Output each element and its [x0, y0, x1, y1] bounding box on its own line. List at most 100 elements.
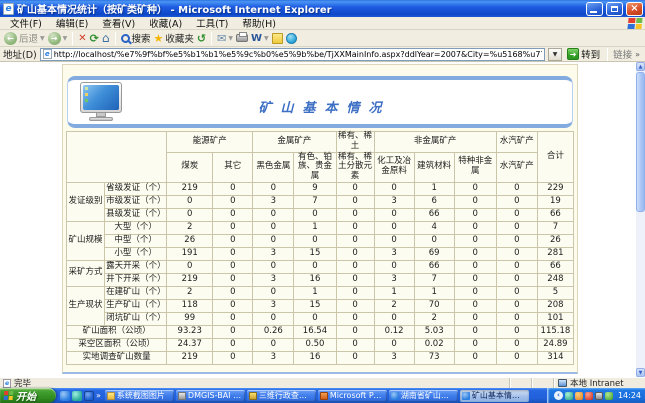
- links-chevron-icon[interactable]: »: [635, 50, 642, 59]
- go-button[interactable]: ➜ 转到: [565, 47, 602, 61]
- table-cell: 0: [213, 208, 253, 221]
- quick-launch-ie-icon[interactable]: [60, 391, 70, 401]
- table-cell: 0: [336, 247, 374, 260]
- go-arrow-icon: ➜: [567, 48, 579, 60]
- search-button[interactable]: 搜索: [121, 31, 151, 45]
- table-cell: 1: [294, 221, 336, 234]
- table-row: 生产现状在建矿山（个）2001011005: [67, 286, 574, 299]
- menu-item[interactable]: 文件(F): [3, 19, 49, 30]
- table-cell: 0: [336, 260, 374, 273]
- quick-launch-messenger-icon[interactable]: [84, 391, 94, 401]
- monitor-tray-icon[interactable]: [595, 392, 603, 400]
- back-button[interactable]: ← 后退 ▼: [4, 31, 45, 45]
- history-button[interactable]: ↺: [197, 32, 206, 45]
- column-header: 煤炭: [167, 152, 213, 182]
- stop-button[interactable]: ✕: [78, 33, 86, 44]
- table-cell: 281: [537, 247, 573, 260]
- forward-dropdown-icon[interactable]: ▼: [63, 35, 68, 42]
- table-cell: 0: [454, 338, 496, 351]
- forward-button[interactable]: → ▼: [48, 32, 68, 45]
- discuss-button[interactable]: [272, 33, 283, 44]
- column-header: 水汽矿产: [496, 152, 537, 182]
- address-dropdown-button[interactable]: ▼: [548, 48, 562, 61]
- favorites-button[interactable]: ★ 收藏夹: [154, 31, 194, 45]
- refresh-button[interactable]: ⟳: [90, 33, 99, 44]
- table-cell: 0: [454, 351, 496, 364]
- row-group-label: 采矿方式: [67, 260, 105, 286]
- edit-button[interactable]: W ▼: [251, 33, 269, 44]
- taskbar-button[interactable]: 矿山基本情况...: [460, 390, 529, 402]
- address-input[interactable]: e http://localhost/%e7%9f%bf%e5%b1%b1%e5…: [40, 48, 545, 61]
- table-cell: 69: [414, 247, 454, 260]
- search-icon: [121, 34, 130, 43]
- mail-dropdown-icon[interactable]: ▼: [228, 35, 233, 42]
- table-cell: 16: [294, 273, 336, 286]
- table-cell: 0: [454, 182, 496, 195]
- table-cell: 0: [336, 312, 374, 325]
- table-cell: 0: [253, 338, 294, 351]
- table-cell: 15: [294, 299, 336, 312]
- mail-button[interactable]: ✉ ▼: [217, 32, 233, 45]
- table-row: 中型（个）260000000026: [67, 234, 574, 247]
- menu-item[interactable]: 工具(T): [189, 19, 235, 30]
- menu-item[interactable]: 收藏(A): [142, 19, 189, 30]
- menu-item[interactable]: 编辑(E): [49, 19, 95, 30]
- start-button[interactable]: 开始: [0, 388, 56, 403]
- table-cell: 0: [374, 338, 414, 351]
- close-button[interactable]: ×: [626, 2, 643, 16]
- table-cell: 7: [294, 195, 336, 208]
- taskbar-buttons: 系统截图图片 DMGIS-BAI (J:) 三维行政查询... Microsoft P…: [105, 390, 531, 402]
- minimize-button[interactable]: [586, 2, 603, 16]
- tray-hide-chevron-icon[interactable]: ‹: [554, 391, 563, 400]
- scrollbar-thumb[interactable]: [636, 72, 645, 212]
- table-row: 矿山规模大型（个）2001004007: [67, 221, 574, 234]
- table-cell: 1: [374, 286, 414, 299]
- home-button[interactable]: ⌂: [102, 32, 110, 44]
- taskbar-button-label: 矿山基本情况...: [472, 390, 527, 401]
- ie-window: e 矿山基本情况统计（按矿类矿种） - Microsoft Internet E…: [0, 0, 645, 403]
- table-cell: 5: [537, 286, 573, 299]
- restore-button[interactable]: [606, 2, 623, 16]
- table-cell: 0: [253, 286, 294, 299]
- tray-icons: [565, 392, 613, 400]
- back-dropdown-icon[interactable]: ▼: [40, 35, 45, 42]
- taskbar-button[interactable]: 三维行政查询...: [247, 390, 316, 402]
- taskbar-button[interactable]: DMGIS-BAI (J:): [176, 390, 245, 402]
- red-tray-icon[interactable]: [585, 392, 593, 400]
- scroll-down-icon[interactable]: ▼: [636, 368, 645, 377]
- quick-launch-desktop-icon[interactable]: [72, 391, 82, 401]
- print-button[interactable]: [236, 34, 248, 42]
- table-cell: 0: [336, 351, 374, 364]
- table-cell: 0: [414, 234, 454, 247]
- messenger-button[interactable]: [286, 33, 297, 44]
- taskbar-button[interactable]: Microsoft Pow...: [318, 390, 387, 402]
- edit-dropdown-icon[interactable]: ▼: [264, 35, 269, 42]
- table-corner-cell: [67, 132, 167, 183]
- teal-tray-icon[interactable]: [565, 392, 573, 400]
- table-cell: 0: [213, 351, 253, 364]
- table-cell: 208: [537, 299, 573, 312]
- row-group-label: 生产现状: [67, 286, 105, 325]
- table-cell: 0: [294, 234, 336, 247]
- table-cell: 248: [537, 273, 573, 286]
- menu-item[interactable]: 查看(V): [95, 19, 142, 30]
- table-cell: 0: [496, 234, 537, 247]
- table-cell: 0: [167, 195, 213, 208]
- menu-item[interactable]: 帮助(H): [235, 19, 283, 30]
- table-cell: 0: [454, 221, 496, 234]
- taskbar-button[interactable]: 湖南省矿山地...: [389, 390, 458, 402]
- table-cell: 9: [294, 182, 336, 195]
- taskbar-button[interactable]: 系统截图图片: [105, 390, 174, 402]
- row-label: 县级发证（个）: [105, 208, 167, 221]
- vertical-scrollbar[interactable]: ▲ ▼: [636, 62, 645, 377]
- green-tray-icon[interactable]: [605, 392, 613, 400]
- taskbar-button-label: 三维行政查询...: [259, 390, 314, 401]
- system-tray: ‹ 14:24: [547, 388, 645, 403]
- scroll-up-icon[interactable]: ▲: [636, 62, 645, 71]
- table-cell: 219: [167, 351, 213, 364]
- drive-icon: [178, 392, 186, 400]
- address-bar: 地址(D) e http://localhost/%e7%9f%bf%e5%b1…: [0, 47, 645, 62]
- orange-tray-icon[interactable]: [575, 392, 583, 400]
- quick-launch-chevron-icon[interactable]: »: [96, 391, 101, 400]
- taskbar-button-label: 系统截图图片: [117, 390, 165, 401]
